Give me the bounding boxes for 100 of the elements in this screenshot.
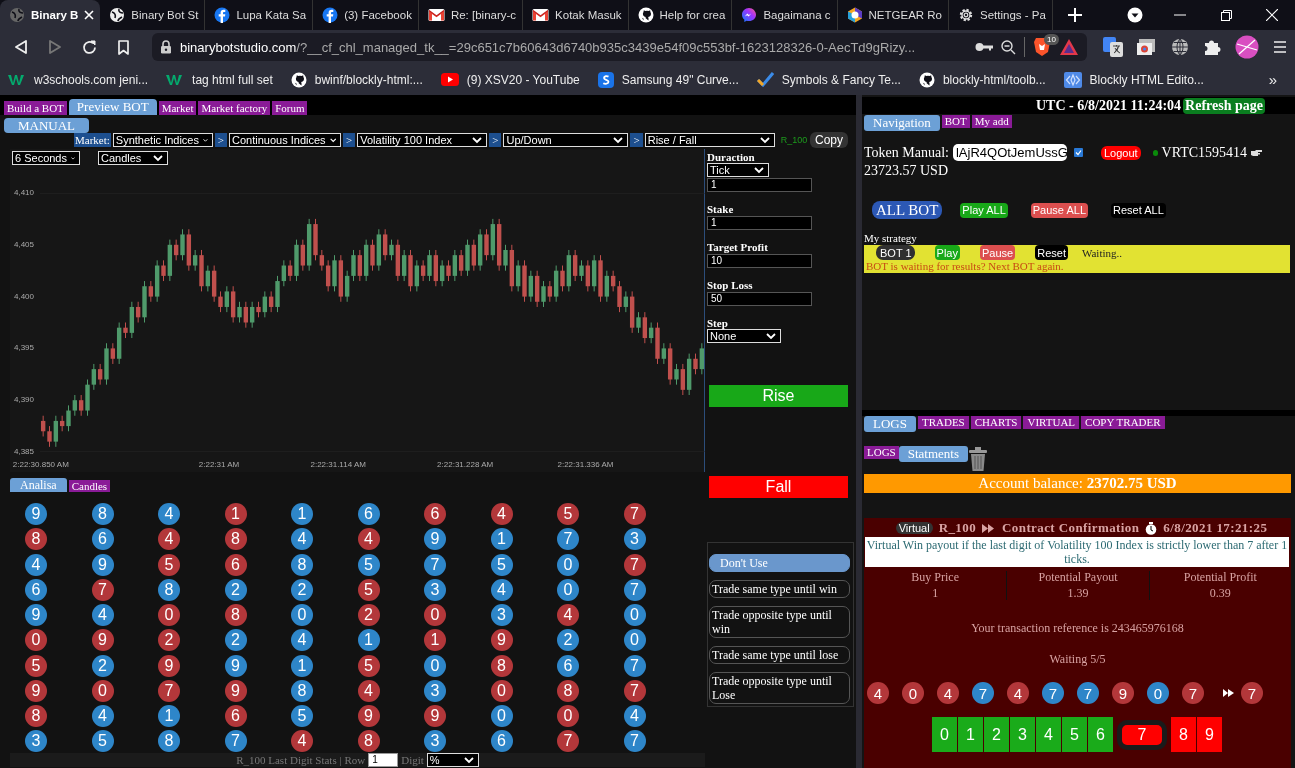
more-bookmarks-button[interactable]: »	[1268, 71, 1287, 88]
puzzle-icon[interactable]	[1203, 38, 1221, 56]
market-select[interactable]: Continuous Indices	[229, 133, 342, 147]
interval-select[interactable]: 6 Seconds	[12, 151, 80, 165]
candlestick	[389, 239, 394, 261]
candlestick	[110, 342, 116, 365]
pause-all-button[interactable]: Pause ALL	[1030, 202, 1088, 218]
candlestick	[693, 353, 698, 375]
input-field[interactable]: 50	[707, 292, 812, 306]
browser-tab[interactable]: Binary B	[0, 0, 101, 30]
cast-icon[interactable]	[1137, 38, 1157, 56]
digit-select[interactable]: %	[426, 753, 479, 767]
nav-tab[interactable]: Market	[158, 101, 197, 115]
refresh-button[interactable]: Refresh page	[1183, 97, 1265, 114]
market-select[interactable]: Up/Down	[503, 133, 629, 147]
copy-button[interactable]: Copy	[810, 132, 848, 148]
bookmark[interactable]: blockly-html/toolb...	[918, 71, 1046, 88]
strategy-option[interactable]: Trade opposite type until Lose	[709, 672, 850, 704]
close-icon[interactable]	[84, 10, 95, 20]
digit-dot: 5	[25, 654, 47, 677]
stat-label: Buy Price	[911, 571, 959, 584]
nav-tab[interactable]: BOT	[941, 115, 970, 128]
select-field[interactable]: None	[707, 329, 781, 343]
log-subtab[interactable]: LOGS	[864, 446, 899, 459]
fall-button[interactable]: Fall	[709, 476, 848, 498]
log-tab[interactable]: TRADES	[917, 416, 969, 429]
reset-button[interactable]: Reset	[1035, 245, 1068, 260]
pause-button[interactable]: Pause	[980, 245, 1016, 260]
logout-button[interactable]: Logout	[1100, 145, 1141, 160]
tab-search-icon[interactable]	[1127, 7, 1143, 23]
forward-icon[interactable]	[49, 40, 61, 54]
input-field[interactable]: 1	[707, 178, 812, 192]
bookmark[interactable]: Blockly HTML Edito...	[1063, 71, 1204, 88]
reload-icon[interactable]	[81, 39, 97, 55]
market-select[interactable]: Synthetic Indices	[112, 133, 213, 147]
bookmark[interactable]: bwinf/blockly-html:...	[290, 71, 423, 88]
browser-tab[interactable]: Kotak Masuk	[523, 0, 629, 30]
bookmark[interactable]: Symbols & Fancy Te...	[756, 72, 901, 87]
avatar-icon[interactable]	[1235, 35, 1259, 59]
input-field[interactable]: 10	[707, 254, 812, 268]
w3-icon	[8, 73, 26, 86]
reset-all-button[interactable]: Reset ALL	[1111, 202, 1166, 218]
bookmark[interactable]: w3schools.com jeni...	[8, 72, 149, 87]
digit-box[interactable]: 9	[1197, 717, 1222, 752]
browser-tab[interactable]: Help for crea	[628, 0, 733, 30]
bookmark[interactable]: tag html full set	[166, 72, 273, 87]
close-icon[interactable]	[1266, 9, 1278, 21]
nav-tab[interactable]: Forum	[272, 101, 308, 115]
chart-type-select[interactable]: Candles	[98, 151, 168, 165]
key-icon[interactable]	[975, 42, 993, 52]
market-select[interactable]: Volatility 100 Index	[357, 133, 488, 147]
nav-tab[interactable]: Market factory	[198, 101, 271, 115]
nav-tab[interactable]: Build a BOT	[4, 101, 67, 115]
browser-tab[interactable]: Binary Bot St	[100, 0, 206, 30]
bot-button[interactable]: BOT 1	[876, 245, 915, 260]
url-text[interactable]: binarybotstudio.com/?__cf_chl_managed_tk__=29c651c7b60643d6740b935c3439e54f09c553bf-1623128326-0-AecTd9gRizy...	[180, 39, 967, 55]
digit-dot: 2	[158, 629, 180, 652]
menu-icon[interactable]	[1273, 40, 1287, 54]
tick-dot: 0	[1147, 682, 1169, 704]
digit-box[interactable]: 8	[1171, 717, 1196, 752]
log-tab[interactable]: CHARTS	[970, 416, 1022, 429]
candlestick	[237, 301, 242, 323]
all-bot-button[interactable]: ALL BOT	[872, 201, 943, 219]
log-tab[interactable]: COPY TRADER	[1081, 416, 1165, 429]
checkbox[interactable]	[1073, 148, 1083, 157]
strategy-option[interactable]: Trade opposite type until win	[709, 606, 850, 638]
strategy-option[interactable]: Trade same type until win	[709, 580, 850, 598]
browser-tab[interactable]: NETGEAR Ro	[837, 0, 950, 30]
bookmark[interactable]: Samsung 49" Curve...	[597, 71, 739, 88]
digit-dot: 6	[224, 553, 247, 576]
triangle-icon[interactable]	[1059, 38, 1079, 56]
browser-tab[interactable]: (3) Facebook	[313, 0, 419, 30]
market-select[interactable]: Rise / Fall	[644, 133, 775, 147]
zoom-out-icon[interactable]	[1001, 39, 1016, 55]
balance-text: 23723.57 USD	[863, 163, 949, 179]
token-field[interactable]: lAjR4QOtJemUssG	[952, 144, 1067, 161]
input-field[interactable]: 1	[707, 216, 812, 230]
browser-tab[interactable]: Bagaimana c	[732, 0, 838, 30]
bookmark-icon[interactable]	[117, 39, 129, 55]
globe-icon[interactable]	[1171, 38, 1189, 56]
new-tab-icon[interactable]	[1067, 8, 1082, 22]
lock-icon[interactable]	[160, 40, 172, 54]
log-tab[interactable]: VIRTUAL	[1023, 416, 1080, 429]
select-field[interactable]: Tick	[707, 163, 769, 177]
stat-value: 1.39	[1067, 587, 1089, 600]
bookmark[interactable]: (9) XSV20 - YouTube	[440, 72, 580, 87]
row-field[interactable]: 1	[368, 753, 399, 767]
analysis-tab[interactable]: Candles	[68, 480, 111, 492]
back-icon[interactable]	[15, 40, 27, 54]
nav-tab[interactable]: My add	[971, 115, 1012, 128]
strategy-option[interactable]: Trade same type until lose	[709, 646, 850, 664]
browser-tab[interactable]: Re: [binary-c	[418, 0, 524, 30]
translate-icon[interactable]	[1103, 37, 1123, 57]
address-bar[interactable]: binarybotstudio.com/?__cf_chl_managed_tk__=29c651c7b60643d6740b935c3439e54f09c553bf-1623128326-0-AecTd9gRizy... 10	[152, 33, 1087, 61]
browser-tab[interactable]: Lupa Kata Sa	[205, 0, 314, 30]
candlestick	[484, 228, 489, 261]
restore-icon[interactable]	[1220, 9, 1232, 21]
browser-tab[interactable]: Settings - Pa	[949, 0, 1053, 30]
trash-icon[interactable]	[968, 446, 988, 472]
digit-box[interactable]: 7	[1117, 719, 1167, 750]
